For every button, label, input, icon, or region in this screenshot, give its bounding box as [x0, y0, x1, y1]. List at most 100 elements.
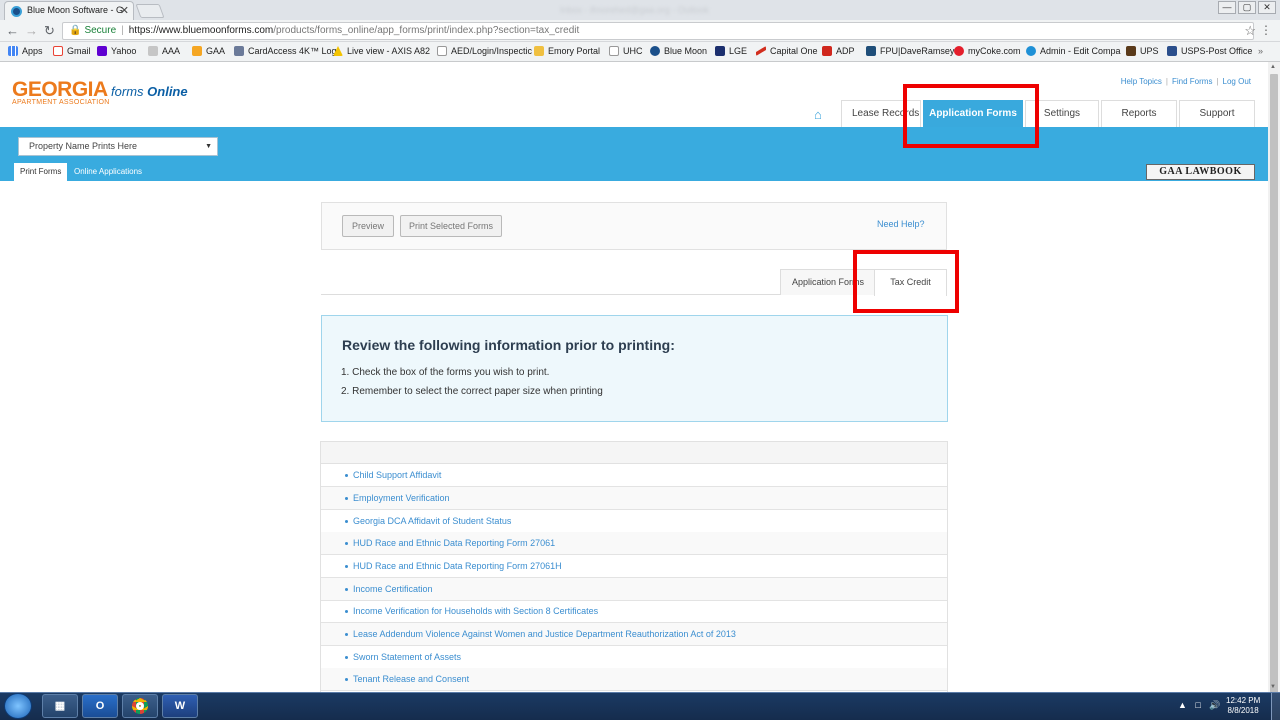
- form-list-item[interactable]: Georgia DCA Affidavit of Student Status: [321, 510, 947, 533]
- form-link[interactable]: Employment Verification: [353, 493, 450, 503]
- form-list-item[interactable]: Sworn Statement of Assets: [321, 646, 947, 669]
- bookmark-lge[interactable]: LGE: [715, 46, 747, 56]
- form-list-item[interactable]: Lease Addendum Violence Against Women an…: [321, 623, 947, 646]
- minimize-button[interactable]: —: [1218, 1, 1236, 14]
- new-tab-button[interactable]: [135, 4, 165, 18]
- emory-icon: [534, 46, 544, 56]
- need-help-link[interactable]: Need Help?: [877, 219, 925, 229]
- bookmark-apps[interactable]: Apps: [8, 46, 43, 56]
- google-icon: [53, 46, 63, 56]
- property-select[interactable]: Property Name Prints Here ▼: [18, 137, 218, 156]
- url-bar[interactable]: 🔒 Secure | https://www.bluemoonforms.com/pr…: [62, 22, 1254, 40]
- bookmark-bluemoon[interactable]: Blue Moon: [650, 46, 707, 56]
- usps-icon: [1167, 46, 1177, 56]
- form-link[interactable]: Georgia DCA Affidavit of Student Status: [353, 516, 511, 526]
- browser-tab[interactable]: Blue Moon Software - G ✕: [4, 1, 134, 20]
- scroll-down-icon[interactable]: ▼: [1270, 684, 1276, 690]
- bookmark-cardaccess[interactable]: CardAccess 4K™ Log: [234, 46, 337, 56]
- home-icon[interactable]: ⌂: [814, 107, 822, 122]
- bookmark-gmail[interactable]: Gmail: [53, 46, 91, 56]
- system-clock[interactable]: 12:42 PM 8/8/2018: [1226, 696, 1260, 716]
- form-list-item[interactable]: Child Support Affidavit: [321, 464, 947, 487]
- bookmark-daveramsey[interactable]: FPU|DaveRamsey: [866, 46, 954, 56]
- bookmark-aaa[interactable]: AAA: [148, 46, 180, 56]
- highlight-tax-credit: [853, 250, 959, 313]
- system-tray-icons[interactable]: ▲ □ 🔊: [1178, 700, 1224, 711]
- chrome-icon[interactable]: [122, 694, 158, 718]
- daveramsey-icon: [866, 46, 876, 56]
- forward-arrow-icon[interactable]: →: [25, 23, 38, 38]
- tab-reports[interactable]: Reports: [1101, 100, 1177, 127]
- highlight-application-forms: [903, 84, 1039, 148]
- form-link[interactable]: Child Support Affidavit: [353, 470, 441, 480]
- reload-icon[interactable]: ↻: [44, 23, 55, 39]
- log-out-link[interactable]: Log Out: [1223, 77, 1251, 86]
- form-list-item[interactable]: HUD Race and Ethnic Data Reporting Form …: [321, 532, 947, 555]
- ups-icon: [1126, 46, 1136, 56]
- subtab-print-forms[interactable]: Print Forms: [14, 163, 68, 181]
- form-list-item[interactable]: Income Certification: [321, 578, 947, 601]
- form-list-item[interactable]: Tenant Release and Consent: [321, 668, 947, 691]
- browser-tab-strip: Blue Moon Software - G ✕ Inbox - ifmoreh…: [0, 0, 1280, 20]
- url-host: https://www.bluemoonforms.com: [128, 25, 274, 36]
- find-forms-link[interactable]: Find Forms: [1172, 77, 1212, 86]
- bookmark-mycoke[interactable]: myCoke.com: [954, 46, 1021, 56]
- form-link[interactable]: Income Certification: [353, 584, 433, 594]
- aaa-icon: [148, 46, 158, 56]
- bookmark-uhc[interactable]: UHC: [609, 46, 643, 56]
- maximize-button[interactable]: ▢: [1238, 1, 1256, 14]
- scroll-up-icon[interactable]: ▲: [1270, 64, 1276, 70]
- bluemoon-icon: [650, 46, 660, 56]
- file-explorer-icon[interactable]: ▦: [42, 694, 78, 718]
- gaa-lawbook-button[interactable]: GAA LAWBOOK: [1146, 164, 1255, 180]
- lge-icon: [715, 46, 725, 56]
- bookmark-admin[interactable]: Admin - Edit Compa: [1026, 46, 1121, 56]
- back-arrow-icon[interactable]: ←: [6, 23, 19, 38]
- form-link[interactable]: HUD Race and Ethnic Data Reporting Form …: [353, 538, 555, 548]
- form-list-item[interactable]: Income Verification for Households with …: [321, 600, 947, 623]
- top-links: Help Topics | Find Forms | Log Out: [1120, 77, 1251, 86]
- cardaccess-icon: [234, 46, 244, 56]
- windows-start-icon[interactable]: [4, 693, 32, 719]
- info-line-2: 2. Remember to select the correct paper …: [341, 386, 603, 397]
- bookmark-adp[interactable]: ADP: [822, 46, 855, 56]
- form-link[interactable]: Tenant Release and Consent: [353, 674, 469, 684]
- word-icon[interactable]: W: [162, 694, 198, 718]
- bookmark-star-icon[interactable]: ☆: [1244, 23, 1256, 39]
- logo-online: Online: [147, 84, 188, 99]
- scrollbar-thumb[interactable]: [1270, 74, 1278, 694]
- form-link[interactable]: HUD Race and Ethnic Data Reporting Form …: [353, 561, 562, 571]
- logo-georgia: GEORGIA: [12, 78, 108, 101]
- bookmark-axis[interactable]: Live view - AXIS A82: [333, 46, 430, 56]
- close-window-button[interactable]: ✕: [1258, 1, 1276, 14]
- capitalone-icon: [756, 46, 766, 56]
- outlook-icon[interactable]: O: [82, 694, 118, 718]
- bookmark-aed[interactable]: AED/Login/Inspectic: [437, 46, 532, 56]
- tab-support[interactable]: Support: [1179, 100, 1255, 127]
- show-desktop-button[interactable]: [1271, 693, 1280, 720]
- bookmark-ups[interactable]: UPS: [1126, 46, 1159, 56]
- form-list-item[interactable]: HUD Race and Ethnic Data Reporting Form …: [321, 555, 947, 578]
- bookmark-usps[interactable]: USPS-Post Office: [1167, 46, 1252, 56]
- url-path: /products/forms_online/app_forms/print/i…: [273, 25, 580, 36]
- browser-menu-icon[interactable]: ⋮: [1260, 23, 1272, 37]
- georgia-forms-online-logo[interactable]: GEORGIA forms Online APARTMENT ASSOCIATI…: [12, 78, 188, 106]
- form-list-item[interactable]: Employment Verification: [321, 487, 947, 510]
- bookmark-yahoo[interactable]: Yahoo: [97, 46, 136, 56]
- close-tab-icon[interactable]: ✕: [120, 4, 129, 17]
- form-link[interactable]: Sworn Statement of Assets: [353, 652, 461, 662]
- print-selected-forms-button[interactable]: Print Selected Forms: [400, 215, 502, 237]
- help-topics-link[interactable]: Help Topics: [1121, 77, 1162, 86]
- subtab-online-applications[interactable]: Online Applications: [74, 163, 142, 181]
- blurred-window-title: Inbox - ifmorehed@gaa.org - Outlook: [560, 5, 709, 15]
- form-link[interactable]: Income Verification for Households with …: [353, 606, 598, 616]
- window-controls: — ▢ ✕: [1218, 1, 1276, 14]
- more-bookmarks-icon[interactable]: »: [1258, 46, 1263, 56]
- preview-button[interactable]: Preview: [342, 215, 394, 237]
- bookmark-emory[interactable]: Emory Portal: [534, 46, 600, 56]
- page-scrollbar[interactable]: ▲ ▼: [1268, 62, 1280, 694]
- yahoo-icon: [97, 46, 107, 56]
- bookmark-gaa[interactable]: GAA: [192, 46, 225, 56]
- bookmark-capitalone[interactable]: Capital One: [756, 46, 818, 56]
- form-link[interactable]: Lease Addendum Violence Against Women an…: [353, 629, 736, 639]
